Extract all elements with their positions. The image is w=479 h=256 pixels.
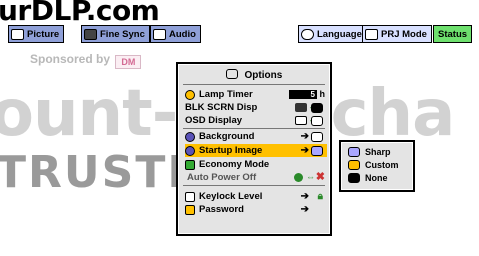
background-icon bbox=[185, 131, 195, 142]
keylock-icon: 🔒︎ bbox=[317, 191, 323, 202]
submenu-option-label: None bbox=[365, 172, 388, 183]
menu-item-startup-image[interactable]: Startup Image ➔ bbox=[185, 144, 327, 157]
language-tab-label: Language bbox=[317, 28, 362, 40]
menu-item-economy-mode[interactable]: Economy Mode bbox=[185, 159, 327, 170]
right-arrow-icon: ➔ bbox=[300, 131, 309, 142]
menu-item-label: OSD Display bbox=[185, 115, 243, 126]
menu-item-osd-display[interactable]: OSD Display ⇔ bbox=[185, 115, 327, 126]
menu-item-label: Economy Mode bbox=[199, 159, 270, 170]
sponsored-watermark: Sponsored by DM bbox=[30, 52, 142, 69]
startup-image-swatch bbox=[311, 145, 323, 156]
menu-item-password[interactable]: Password ➔ bbox=[185, 204, 327, 215]
speaker-icon bbox=[153, 28, 166, 40]
submenu-option-custom[interactable]: Custom bbox=[348, 158, 412, 171]
menu-item-lamp-timer[interactable]: Lamp Timer 5 h bbox=[185, 89, 327, 100]
submenu-option-none[interactable]: None bbox=[348, 171, 412, 184]
none-swatch bbox=[348, 172, 360, 183]
background-swatch bbox=[311, 131, 323, 142]
osd-display-swatch bbox=[311, 115, 323, 126]
economy-icon bbox=[185, 159, 195, 170]
watermark-big-left: ount- bbox=[0, 77, 178, 151]
menu-item-label: Auto Power Off bbox=[187, 172, 257, 183]
screen-icon bbox=[295, 103, 307, 112]
audio-tab[interactable]: Audio bbox=[150, 25, 201, 43]
menu-item-keylock-level[interactable]: Keylock Level ➔ 🔒︎ bbox=[185, 191, 327, 202]
menu-item-blk-scrn-disp[interactable]: BLK SCRN Disp ⇔ bbox=[185, 102, 327, 113]
prj-mode-tab[interactable]: PRJ Mode bbox=[362, 25, 432, 43]
osd-icon bbox=[295, 116, 307, 125]
menu-item-label: Password bbox=[199, 204, 244, 215]
picture-tab[interactable]: Picture bbox=[8, 25, 65, 43]
menu-item-background[interactable]: Background ➔ bbox=[185, 131, 327, 142]
right-arrow-icon: ➔ bbox=[300, 204, 309, 215]
menu-item-auto-power-off[interactable]: Auto Power Off ⇔ ✖ bbox=[185, 171, 327, 184]
power-off-icon: ✖ bbox=[315, 171, 325, 183]
black-screen-swatch bbox=[311, 102, 323, 113]
sponsored-label: Sponsored by bbox=[30, 52, 111, 66]
lamp-icon bbox=[185, 89, 195, 100]
menu-item-label: Keylock Level bbox=[199, 191, 263, 202]
right-arrow-icon: ➔ bbox=[300, 191, 309, 202]
sharp-swatch bbox=[348, 146, 360, 157]
switch-arrow-icon: ⇔ bbox=[306, 172, 315, 182]
submenu-option-label: Sharp bbox=[365, 146, 391, 157]
custom-swatch bbox=[348, 159, 360, 170]
status-tab-label: Status bbox=[438, 28, 468, 40]
watermark-top: urDLP.com bbox=[0, 0, 160, 27]
fine-sync-tab-label: Fine Sync bbox=[100, 28, 145, 40]
fine-sync-tab[interactable]: Fine Sync bbox=[81, 25, 150, 43]
sponsor-logo: DM bbox=[115, 55, 142, 69]
prj-mode-tab-label: PRJ Mode bbox=[381, 28, 427, 40]
options-icon bbox=[225, 69, 238, 79]
menu-item-label: Background bbox=[199, 131, 255, 142]
speech-bubble-icon bbox=[301, 28, 314, 40]
menu-item-label: Startup Image bbox=[199, 145, 263, 156]
options-menu: Options Lamp Timer 5 h BLK SCRN Disp ⇔ O… bbox=[176, 62, 332, 236]
options-title: Options bbox=[179, 69, 329, 81]
lamp-timer-unit: h bbox=[319, 89, 326, 99]
audio-tab-label: Audio bbox=[169, 28, 196, 40]
lamp-timer-value: 5 bbox=[289, 90, 317, 99]
projector-icon bbox=[365, 28, 378, 40]
submenu-option-sharp[interactable]: Sharp bbox=[348, 145, 412, 158]
picture-icon bbox=[11, 28, 24, 40]
menu-item-label: BLK SCRN Disp bbox=[185, 102, 258, 113]
right-arrow-icon: ➔ bbox=[300, 145, 309, 156]
power-icon bbox=[294, 173, 303, 182]
language-tab[interactable]: Language bbox=[298, 25, 367, 43]
status-tab[interactable]: Status bbox=[433, 25, 473, 43]
startup-image-icon bbox=[185, 145, 195, 156]
menu-item-label: Lamp Timer bbox=[199, 89, 253, 100]
lock-icon bbox=[185, 191, 195, 202]
options-title-label: Options bbox=[244, 70, 283, 81]
picture-tab-label: Picture bbox=[27, 28, 60, 40]
fine-sync-icon bbox=[84, 28, 97, 40]
startup-image-submenu: Sharp Custom None bbox=[339, 140, 415, 192]
key-icon bbox=[185, 204, 195, 215]
submenu-option-label: Custom bbox=[365, 159, 399, 170]
